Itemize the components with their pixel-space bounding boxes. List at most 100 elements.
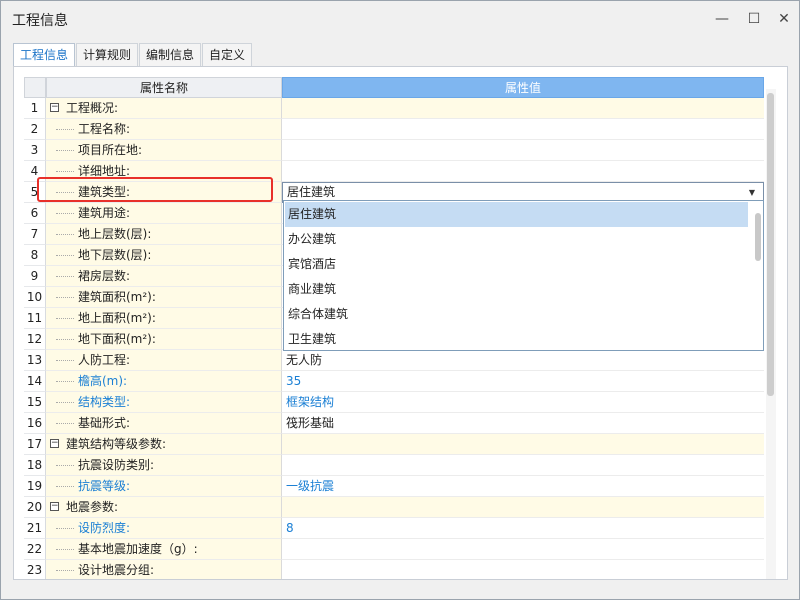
collapse-icon[interactable]: −	[50, 439, 59, 448]
property-name-cell[interactable]: 项目所在地:	[46, 140, 282, 161]
dropdown-scrollbar-thumb[interactable]	[755, 213, 761, 261]
grid-scrollbar-thumb[interactable]	[767, 93, 774, 396]
row-number: 12	[24, 329, 46, 350]
tree-connector	[56, 528, 74, 529]
property-value-cell[interactable]	[282, 98, 764, 119]
property-value-cell[interactable]: 8	[282, 518, 764, 539]
row-number: 2	[24, 119, 46, 140]
property-value-cell[interactable]: 框架结构	[282, 392, 764, 413]
property-name-cell[interactable]: 工程名称:	[46, 119, 282, 140]
property-value-cell[interactable]	[282, 119, 764, 140]
row-number: 15	[24, 392, 46, 413]
dropdown-option[interactable]: 卫生建筑	[285, 327, 748, 352]
property-name-cell[interactable]: 地下面积(m²):	[46, 329, 282, 350]
title-bar: 工程信息 — ☐ ✕	[1, 1, 799, 37]
close-button[interactable]: ✕	[773, 9, 795, 29]
table-row[interactable]: 18 抗震设防类别:	[24, 455, 764, 476]
tree-connector	[56, 402, 74, 403]
collapse-icon[interactable]: −	[50, 103, 59, 112]
property-value-cell[interactable]: 筏形基础	[282, 413, 764, 434]
table-row[interactable]: 19 抗震等级: 一级抗震	[24, 476, 764, 497]
tree-connector	[56, 213, 74, 214]
table-row[interactable]: 23 设计地震分组:	[24, 560, 764, 579]
project-info-window: 工程信息 — ☐ ✕ 工程信息 计算规则 编制信息 自定义 属性名称 属性值 1…	[0, 0, 800, 600]
table-row[interactable]: 20− 地震参数:	[24, 497, 764, 518]
property-value-cell[interactable]	[282, 560, 764, 579]
tree-connector	[56, 150, 74, 151]
tab-compile-info[interactable]: 编制信息	[139, 43, 201, 66]
property-name-cell[interactable]: 建筑用途:	[46, 203, 282, 224]
property-name-cell[interactable]: 结构类型:	[46, 392, 282, 413]
property-value-cell[interactable]	[282, 539, 764, 560]
row-number: 1	[24, 98, 46, 119]
property-name-cell[interactable]: 地上面积(m²):	[46, 308, 282, 329]
property-label: 基本地震加速度（g）:	[78, 542, 198, 556]
column-header-name[interactable]: 属性名称	[46, 77, 282, 98]
tree-connector	[56, 381, 74, 382]
table-row[interactable]: 1− 工程概况:	[24, 98, 764, 119]
property-value-cell[interactable]	[282, 455, 764, 476]
property-name-cell[interactable]: − 建筑结构等级参数:	[46, 434, 282, 455]
property-value-cell[interactable]	[282, 497, 764, 518]
property-name-cell[interactable]: − 地震参数:	[46, 497, 282, 518]
row-number: 11	[24, 308, 46, 329]
property-value-cell[interactable]: 无人防	[282, 350, 764, 371]
tree-connector	[56, 570, 74, 571]
dropdown-option[interactable]: 宾馆酒店	[285, 252, 748, 277]
tab-calc-rules[interactable]: 计算规则	[76, 43, 138, 66]
property-label: 设防烈度:	[78, 521, 131, 535]
property-value-cell[interactable]	[282, 161, 764, 182]
property-name-cell[interactable]: − 工程概况:	[46, 98, 282, 119]
dropdown-option[interactable]: 综合体建筑	[285, 302, 748, 327]
table-row[interactable]: 13 人防工程: 无人防	[24, 350, 764, 371]
tab-custom[interactable]: 自定义	[202, 43, 252, 66]
property-name-cell[interactable]: 地上层数(层):	[46, 224, 282, 245]
table-row[interactable]: 14 檐高(m): 35	[24, 371, 764, 392]
table-row[interactable]: 16 基础形式: 筏形基础	[24, 413, 764, 434]
property-value-cell[interactable]	[282, 140, 764, 161]
property-name-cell[interactable]: 抗震设防类别:	[46, 455, 282, 476]
group-label: 地震参数:	[66, 500, 119, 514]
table-row[interactable]: 21 设防烈度: 8	[24, 518, 764, 539]
maximize-button[interactable]: ☐	[743, 9, 765, 29]
dropdown-option[interactable]: 居住建筑	[285, 202, 748, 227]
property-name-cell[interactable]: 裙房层数:	[46, 266, 282, 287]
table-row[interactable]: 17− 建筑结构等级参数:	[24, 434, 764, 455]
table-row[interactable]: 15 结构类型: 框架结构	[24, 392, 764, 413]
row-number: 7	[24, 224, 46, 245]
tree-connector	[56, 276, 74, 277]
dropdown-option[interactable]: 办公建筑	[285, 227, 748, 252]
table-row[interactable]: 3 项目所在地:	[24, 140, 764, 161]
collapse-icon[interactable]: −	[50, 502, 59, 511]
column-header-value[interactable]: 属性值	[282, 77, 764, 98]
property-name-cell[interactable]: 檐高(m):	[46, 371, 282, 392]
tree-connector	[56, 423, 74, 424]
property-value-cell[interactable]: 35	[282, 371, 764, 392]
table-row[interactable]: 22 基本地震加速度（g）:	[24, 539, 764, 560]
group-label: 工程概况:	[66, 101, 119, 115]
property-name-cell[interactable]: 基础形式:	[46, 413, 282, 434]
property-label: 裙房层数:	[78, 269, 131, 283]
property-name-cell[interactable]: 建筑面积(m²):	[46, 287, 282, 308]
property-name-cell[interactable]: 设防烈度:	[46, 518, 282, 539]
property-value-cell[interactable]: 一级抗震	[282, 476, 764, 497]
tree-connector	[56, 255, 74, 256]
dropdown-option[interactable]: 商业建筑	[285, 277, 748, 302]
property-name-cell[interactable]: 人防工程:	[46, 350, 282, 371]
property-label: 檐高(m):	[78, 374, 128, 388]
row-number: 17	[24, 434, 46, 455]
tab-project-info[interactable]: 工程信息	[13, 43, 75, 67]
table-row[interactable]: 2 工程名称:	[24, 119, 764, 140]
property-label: 地上面积(m²):	[78, 311, 156, 325]
tree-connector	[56, 318, 74, 319]
property-name-cell[interactable]: 基本地震加速度（g）:	[46, 539, 282, 560]
property-name-cell[interactable]: 地下层数(层):	[46, 245, 282, 266]
group-label: 建筑结构等级参数:	[66, 437, 167, 451]
property-name-cell[interactable]: 抗震等级:	[46, 476, 282, 497]
property-name-cell[interactable]: 设计地震分组:	[46, 560, 282, 579]
minimize-button[interactable]: —	[711, 9, 733, 29]
tree-connector	[56, 465, 74, 466]
building-type-dropdown-list[interactable]: 居住建筑 办公建筑 宾馆酒店 商业建筑 综合体建筑 卫生建筑	[283, 200, 764, 351]
row-number: 21	[24, 518, 46, 539]
property-value-cell[interactable]	[282, 434, 764, 455]
